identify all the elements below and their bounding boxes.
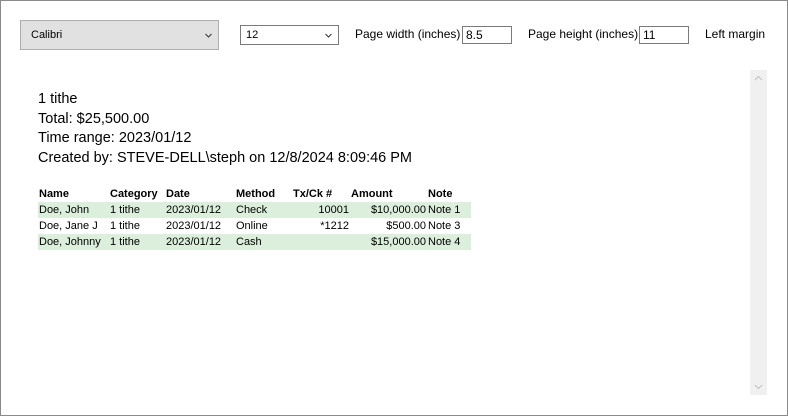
page-height-label: Page height (inches): [528, 27, 639, 41]
report-category-title: 1 tithe: [38, 91, 78, 107]
cell-amount: $500.00: [386, 220, 426, 232]
report-total: Total: $25,500.00: [38, 111, 150, 127]
table-row: Doe, Johnny 1 tithe 2023/01/12 Cash $15,…: [38, 234, 471, 250]
vertical-scrollbar[interactable]: [750, 70, 767, 395]
left-margin-label: Left margin: [705, 27, 766, 41]
cell-tx: 10001: [292, 202, 350, 218]
table-row: Doe, Jane J 1 tithe 2023/01/12 Online *1…: [38, 218, 471, 234]
cell-method: Cash: [235, 234, 292, 250]
page-width-label: Page width (inches): [355, 27, 461, 41]
column-header-note: Note: [428, 188, 453, 200]
chevron-down-icon: [325, 33, 332, 38]
column-header-category: Category: [110, 188, 158, 200]
report-table: Name Category Date Method Tx/Ck # Amount…: [38, 186, 471, 250]
table-header-row: Name Category Date Method Tx/Ck # Amount…: [38, 186, 471, 202]
cell-category: 1 tithe: [109, 234, 165, 250]
cell-tx: *1212: [320, 220, 349, 232]
font-size-combobox[interactable]: 12: [240, 25, 339, 45]
cell-note: Note 1: [427, 202, 471, 218]
chevron-up-icon[interactable]: [754, 74, 763, 83]
column-header-name: Name: [39, 188, 69, 200]
cell-amount: $15,000.00: [350, 234, 427, 250]
cell-amount: $10,000.00: [350, 202, 427, 218]
table-row: Doe, John 1 tithe 2023/01/12 Check 10001…: [38, 202, 471, 218]
font-family-value: Calibri: [31, 28, 63, 41]
column-header-date: Date: [166, 188, 190, 200]
cell-name: Doe, Johnny: [38, 234, 109, 250]
cell-category: 1 tithe: [110, 220, 140, 232]
cell-tx: [292, 234, 350, 250]
cell-method: Online: [236, 220, 268, 232]
report-created-by: Created by: STEVE-DELL\steph on 12/8/202…: [38, 150, 413, 166]
chevron-down-icon[interactable]: [754, 382, 763, 391]
cell-date: 2023/01/12: [166, 220, 222, 232]
cell-category: 1 tithe: [109, 202, 165, 218]
font-size-value: 12: [246, 28, 259, 41]
report-time-range: Time range: 2023/01/12: [38, 130, 192, 146]
cell-note: Note 3: [428, 220, 461, 232]
cell-date: 2023/01/12: [165, 202, 235, 218]
column-header-tx: Tx/Ck #: [293, 188, 333, 200]
cell-name: Doe, John: [38, 202, 109, 218]
column-header-method: Method: [236, 188, 276, 200]
cell-note: Note 4: [427, 234, 471, 250]
chevron-down-icon: [205, 33, 212, 38]
column-header-amount: Amount: [351, 188, 393, 200]
cell-name: Doe, Jane J: [39, 220, 98, 232]
cell-date: 2023/01/12: [165, 234, 235, 250]
page-height-input[interactable]: [639, 26, 689, 44]
font-family-combobox[interactable]: Calibri: [20, 20, 219, 50]
cell-method: Check: [235, 202, 292, 218]
page-width-input[interactable]: [462, 26, 512, 44]
